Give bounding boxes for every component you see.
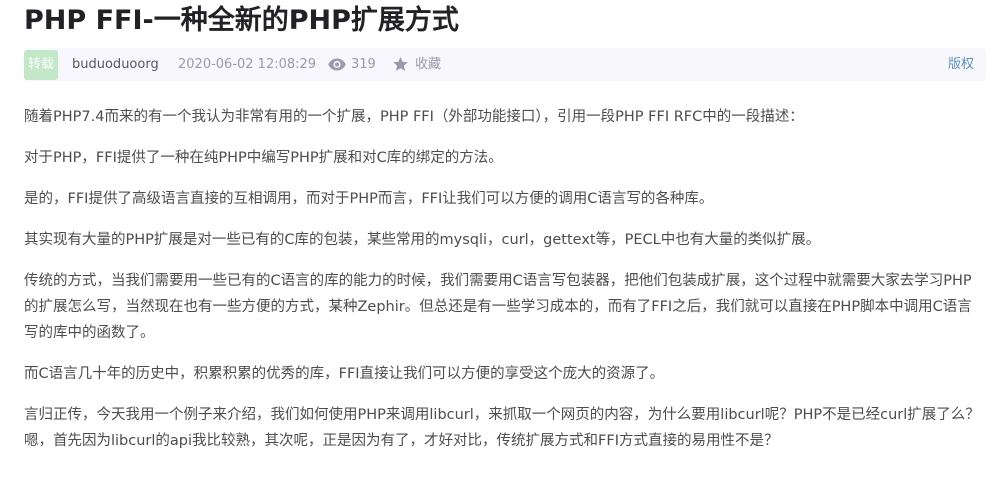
- collect-button[interactable]: 收藏: [415, 48, 441, 81]
- paragraph: 随着PHP7.4而来的有一个我认为非常有用的一个扩展，PHP FFI（外部功能接…: [24, 109, 804, 125]
- article-title: PHP FFI-一种全新的PHP扩展方式: [24, 5, 459, 36]
- repost-badge: 转载: [24, 50, 58, 80]
- copyright-link[interactable]: 版权: [948, 48, 974, 81]
- article-meta-bar: 转载 buduoduoorg 2020-06-02 12:08:29 319 收…: [24, 48, 986, 81]
- publish-time: 2020-06-02 12:08:29: [178, 57, 317, 72]
- view-count: 319: [351, 57, 376, 72]
- paragraph: 传统的方式，当我们需要用一些已有的C语言的库的能力的时候，我们需要用C语言写包装…: [24, 273, 972, 341]
- paragraph: 其实现有大量的PHP扩展是对一些已有的C库的包装，某些常用的mysqli，cur…: [24, 232, 821, 248]
- star-icon[interactable]: [392, 56, 409, 73]
- author-link[interactable]: buduoduoorg: [72, 48, 159, 81]
- paragraph: 对于PHP，FFI提供了一种在纯PHP中编写PHP扩展和对C库的绑定的方法。: [24, 150, 503, 166]
- paragraph: 而C语言几十年的历史中，积累积累的优秀的库，FFI直接让我们可以方便的享受这个庞…: [24, 366, 665, 382]
- paragraph: 言归正传，今天我用一个例子来介绍，我们如何使用PHP来调用libcurl，来抓取…: [24, 407, 980, 449]
- article-content: 随着PHP7.4而来的有一个我认为非常有用的一个扩展，PHP FFI（外部功能接…: [24, 104, 986, 469]
- paragraph: 是的，FFI提供了高级语言直接的互相调用，而对于PHP而言，FFI让我们可以方便…: [24, 191, 714, 207]
- eye-icon: [328, 58, 346, 71]
